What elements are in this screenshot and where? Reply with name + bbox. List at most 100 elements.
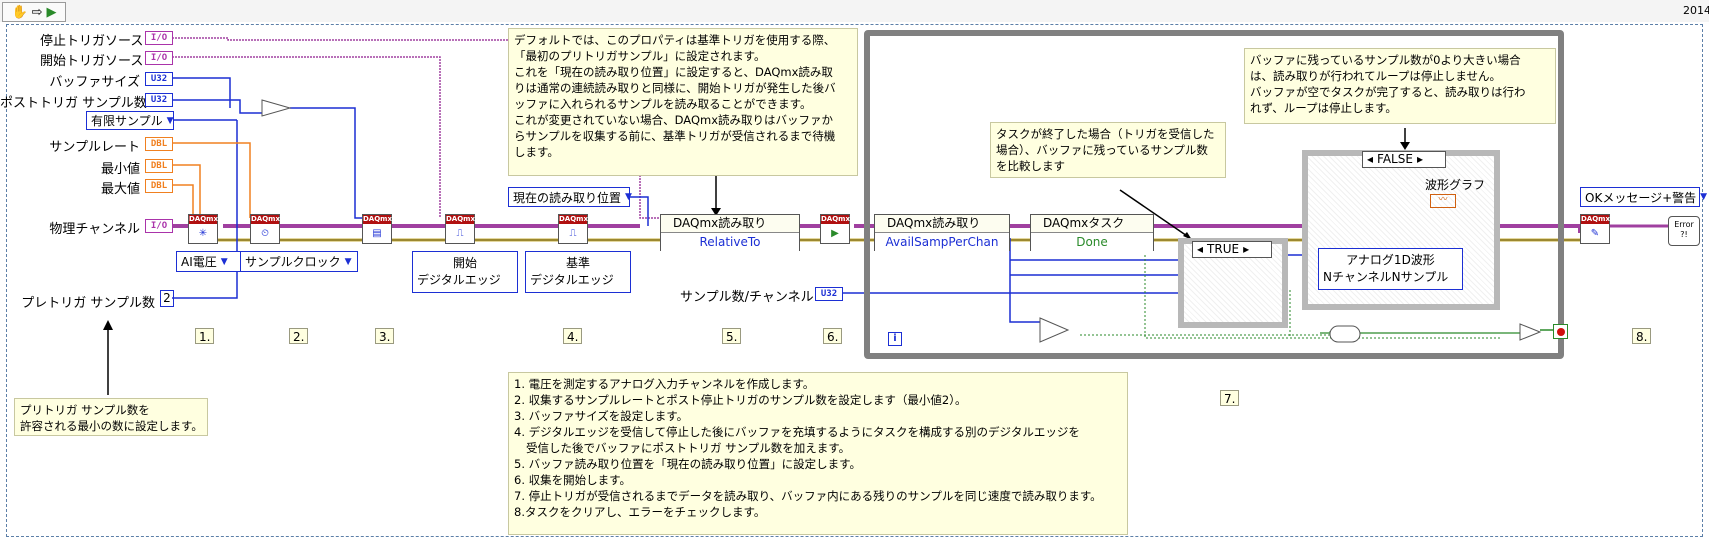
daqmx-timing-vi[interactable]: DAQmx ⏲ <box>250 214 280 244</box>
note-line: 6. 収集を開始します。 <box>514 473 631 487</box>
ref-edge-ring[interactable]: 基準 デジタルエッジ <box>525 251 631 293</box>
ref-edge-line1: 基準 <box>565 256 590 270</box>
note-line: 1. 電圧を測定するアナログ入力チャンネルを作成します。 <box>514 377 815 391</box>
note-line: 2. 収集するサンプルレートとポスト停止トリガのサンプル数を設定します（最小値2… <box>514 393 967 407</box>
stop-icon <box>1556 327 1565 336</box>
label-max-value: 最大値 <box>100 182 140 197</box>
ai-voltage-ring[interactable]: AI電圧 ▼ <box>176 251 246 272</box>
note-line: します。 <box>514 145 559 159</box>
property-availsampperchan: AvailSampPerChan <box>875 233 1009 251</box>
property-done: Done <box>1031 233 1153 251</box>
label-pretrigger-samples: プレトリガ サンプル数 <box>21 296 155 311</box>
case-next-icon: ▸ <box>1416 152 1423 166</box>
daqmx-read-property-node-relativeto[interactable]: DAQmx読み取り RelativeTo <box>660 214 800 251</box>
waveform-type-line2: NチャンネルNサンプル <box>1323 270 1449 284</box>
start-edge-ring[interactable]: 開始 デジタルエッジ <box>412 251 518 293</box>
terminal-start-trigger-source[interactable]: I/O <box>145 51 173 65</box>
case-next-icon: ▸ <box>1243 242 1250 256</box>
pretrigger-samples-constant[interactable]: 2 <box>160 290 174 307</box>
note-line: デフォルトでは、このプロパティは基準トリガを使用する際、 <box>514 33 836 47</box>
terminal-samples-per-channel[interactable]: U32 <box>815 287 843 301</box>
read-position-value: 現在の読み取り位置 <box>513 190 622 205</box>
step-label-7: 7. <box>1220 390 1240 406</box>
terminal-buffer-size[interactable]: U32 <box>145 72 173 86</box>
note-line: は、読み取りが行われてループは停止しません。 <box>1250 69 1502 83</box>
ref-edge-line2: デジタルエッジ <box>530 273 614 287</box>
step-label-4: 4. <box>563 328 583 344</box>
chevron-down-icon: ▼ <box>166 115 174 126</box>
daqmx-configure-buffer-vi[interactable]: DAQmx ▤ <box>362 214 392 244</box>
note-line: バッファに残っているサンプル数が0より大きい場合 <box>1250 53 1521 67</box>
daqmx-start-trigger-vi[interactable]: DAQmx ⎍ <box>445 214 475 244</box>
case-selector-true[interactable]: ◂ TRUE ▸ <box>1192 241 1272 258</box>
error-icon: ?! <box>1680 230 1688 239</box>
note-line: 8.タスクをクリアし、エラーをチェックします。 <box>514 505 766 519</box>
daqmx-create-channel-vi[interactable]: DAQmx ✳ <box>188 214 218 244</box>
note-line: を比較します <box>996 159 1065 173</box>
note-line: 7. 停止トリガが受信されるまでデータを読み取り、バッファ内にある残りのサンプル… <box>514 489 1102 503</box>
property-relativeto: RelativeTo <box>661 233 799 251</box>
daqmx-reference-trigger-vi[interactable]: DAQmx ⎍ <box>558 214 588 244</box>
note-line: これが変更されていない場合、DAQmx読み取りはバッファか <box>514 113 834 127</box>
label-physical-channel: 物理チャンネル <box>49 222 140 237</box>
note-pretrigger-min: プリトリガ サンプル数を 許容される最小の数に設定します。 <box>14 398 208 436</box>
daqmx-read-property-node-availsamp[interactable]: DAQmx読み取り AvailSampPerChan <box>874 214 1010 251</box>
create-channel-icon: ✳ <box>198 228 208 239</box>
label-post-trigger-samples: ポストトリガ サンプル数 <box>0 96 147 111</box>
step-label-1: 1. <box>195 328 215 344</box>
waveform-type-ring[interactable]: アナログ1D波形 NチャンネルNサンプル <box>1318 248 1463 290</box>
sample-mode-value: 有限サンプル <box>91 114 163 128</box>
label-start-trigger-source: 開始トリガソース <box>40 54 144 69</box>
read-position-ring[interactable]: 現在の読み取り位置 ▼ <box>508 187 632 207</box>
note-line: タスクが終了した場合（トリガを受信した <box>996 127 1215 141</box>
buffer-icon: ▤ <box>372 228 382 239</box>
note-line: プリトリガ サンプル数を <box>20 403 150 417</box>
note-line: 3. バッファサイズを設定します。 <box>514 409 689 423</box>
daqmx-start-task-vi[interactable]: DAQmx ▶ <box>820 214 850 244</box>
terminal-stop-trigger-source[interactable]: I/O <box>145 31 173 45</box>
daqmx-task-property-node-done[interactable]: DAQmxタスク Done <box>1030 214 1154 251</box>
label-samples-per-channel: サンプル数/チャンネル <box>680 290 814 305</box>
error-message-value: OKメッセージ+警告 <box>1585 190 1697 205</box>
case-true-label: TRUE <box>1207 242 1240 256</box>
property-node-title: DAQmx読み取り <box>875 215 1009 233</box>
terminal-post-trigger-samples[interactable]: U32 <box>145 93 173 107</box>
note-task-done: タスクが終了した場合（トリガを受信した 場合）、バッファに残っているサンプル数 … <box>990 122 1226 178</box>
case-false-label: FALSE <box>1377 152 1413 166</box>
sample-clock-ring[interactable]: サンプルクロック ▼ <box>240 251 358 272</box>
note-steps: 1. 電圧を測定するアナログ入力チャンネルを作成します。 2. 収集するサンプル… <box>508 372 1128 535</box>
terminal-min-value[interactable]: DBL <box>145 159 173 173</box>
stop-condition-terminal[interactable] <box>1553 324 1568 339</box>
terminal-sample-rate[interactable]: DBL <box>145 137 173 151</box>
note-line: らサンプルを収集する前に、基準トリガが受信されるまで待機 <box>514 129 836 143</box>
property-node-title: DAQmx読み取り <box>661 215 799 233</box>
case-prev-icon: ◂ <box>1367 152 1374 166</box>
waveform-graph-terminal[interactable]: 〰 <box>1430 194 1456 208</box>
waveform-graph-label: 波形グラフ <box>1425 178 1486 192</box>
step-label-3: 3. <box>375 328 395 344</box>
note-line: りは通常の連続読み取りと同様に、開始トリガが発生した後バ <box>514 81 836 95</box>
digital-edge-icon: ⎍ <box>569 228 577 239</box>
note-line: れず、ループは停止します。 <box>1250 101 1397 115</box>
note-line: ッファに入れられるサンプルを読み取ることができます。 <box>514 97 812 111</box>
note-line: 「最初のプリトリガサンプル」に設定されます。 <box>514 49 766 63</box>
error-message-ring[interactable]: OKメッセージ+警告 ▼ <box>1580 187 1707 207</box>
sample-clock-value: サンプルクロック <box>245 255 341 269</box>
simple-error-handler-vi[interactable]: Error?! <box>1668 216 1700 246</box>
sample-mode-ring[interactable]: 有限サンプル ▼ <box>86 111 174 130</box>
case-prev-icon: ◂ <box>1197 242 1204 256</box>
note-line: 5. バッファ読み取り位置を「現在の読み取り位置」に設定します。 <box>514 457 861 471</box>
ai-voltage-value: AI電圧 <box>181 255 217 269</box>
step-label-8: 8. <box>1632 328 1652 344</box>
daqmx-clear-task-vi[interactable]: DAQmx ✎ <box>1580 214 1610 244</box>
start-edge-line2: デジタルエッジ <box>417 273 501 287</box>
digital-edge-icon: ⎍ <box>456 228 464 239</box>
case-selector-false[interactable]: ◂ FALSE ▸ <box>1362 151 1446 168</box>
step-label-5: 5. <box>722 328 742 344</box>
loop-iteration-terminal: i <box>888 332 902 346</box>
terminal-max-value[interactable]: DBL <box>145 179 173 193</box>
step-label-2: 2. <box>289 328 309 344</box>
terminal-physical-channel[interactable]: I/O <box>145 219 173 233</box>
note-line: 場合）、バッファに残っているサンプル数 <box>996 143 1208 157</box>
eraser-icon: ✎ <box>1590 228 1600 239</box>
